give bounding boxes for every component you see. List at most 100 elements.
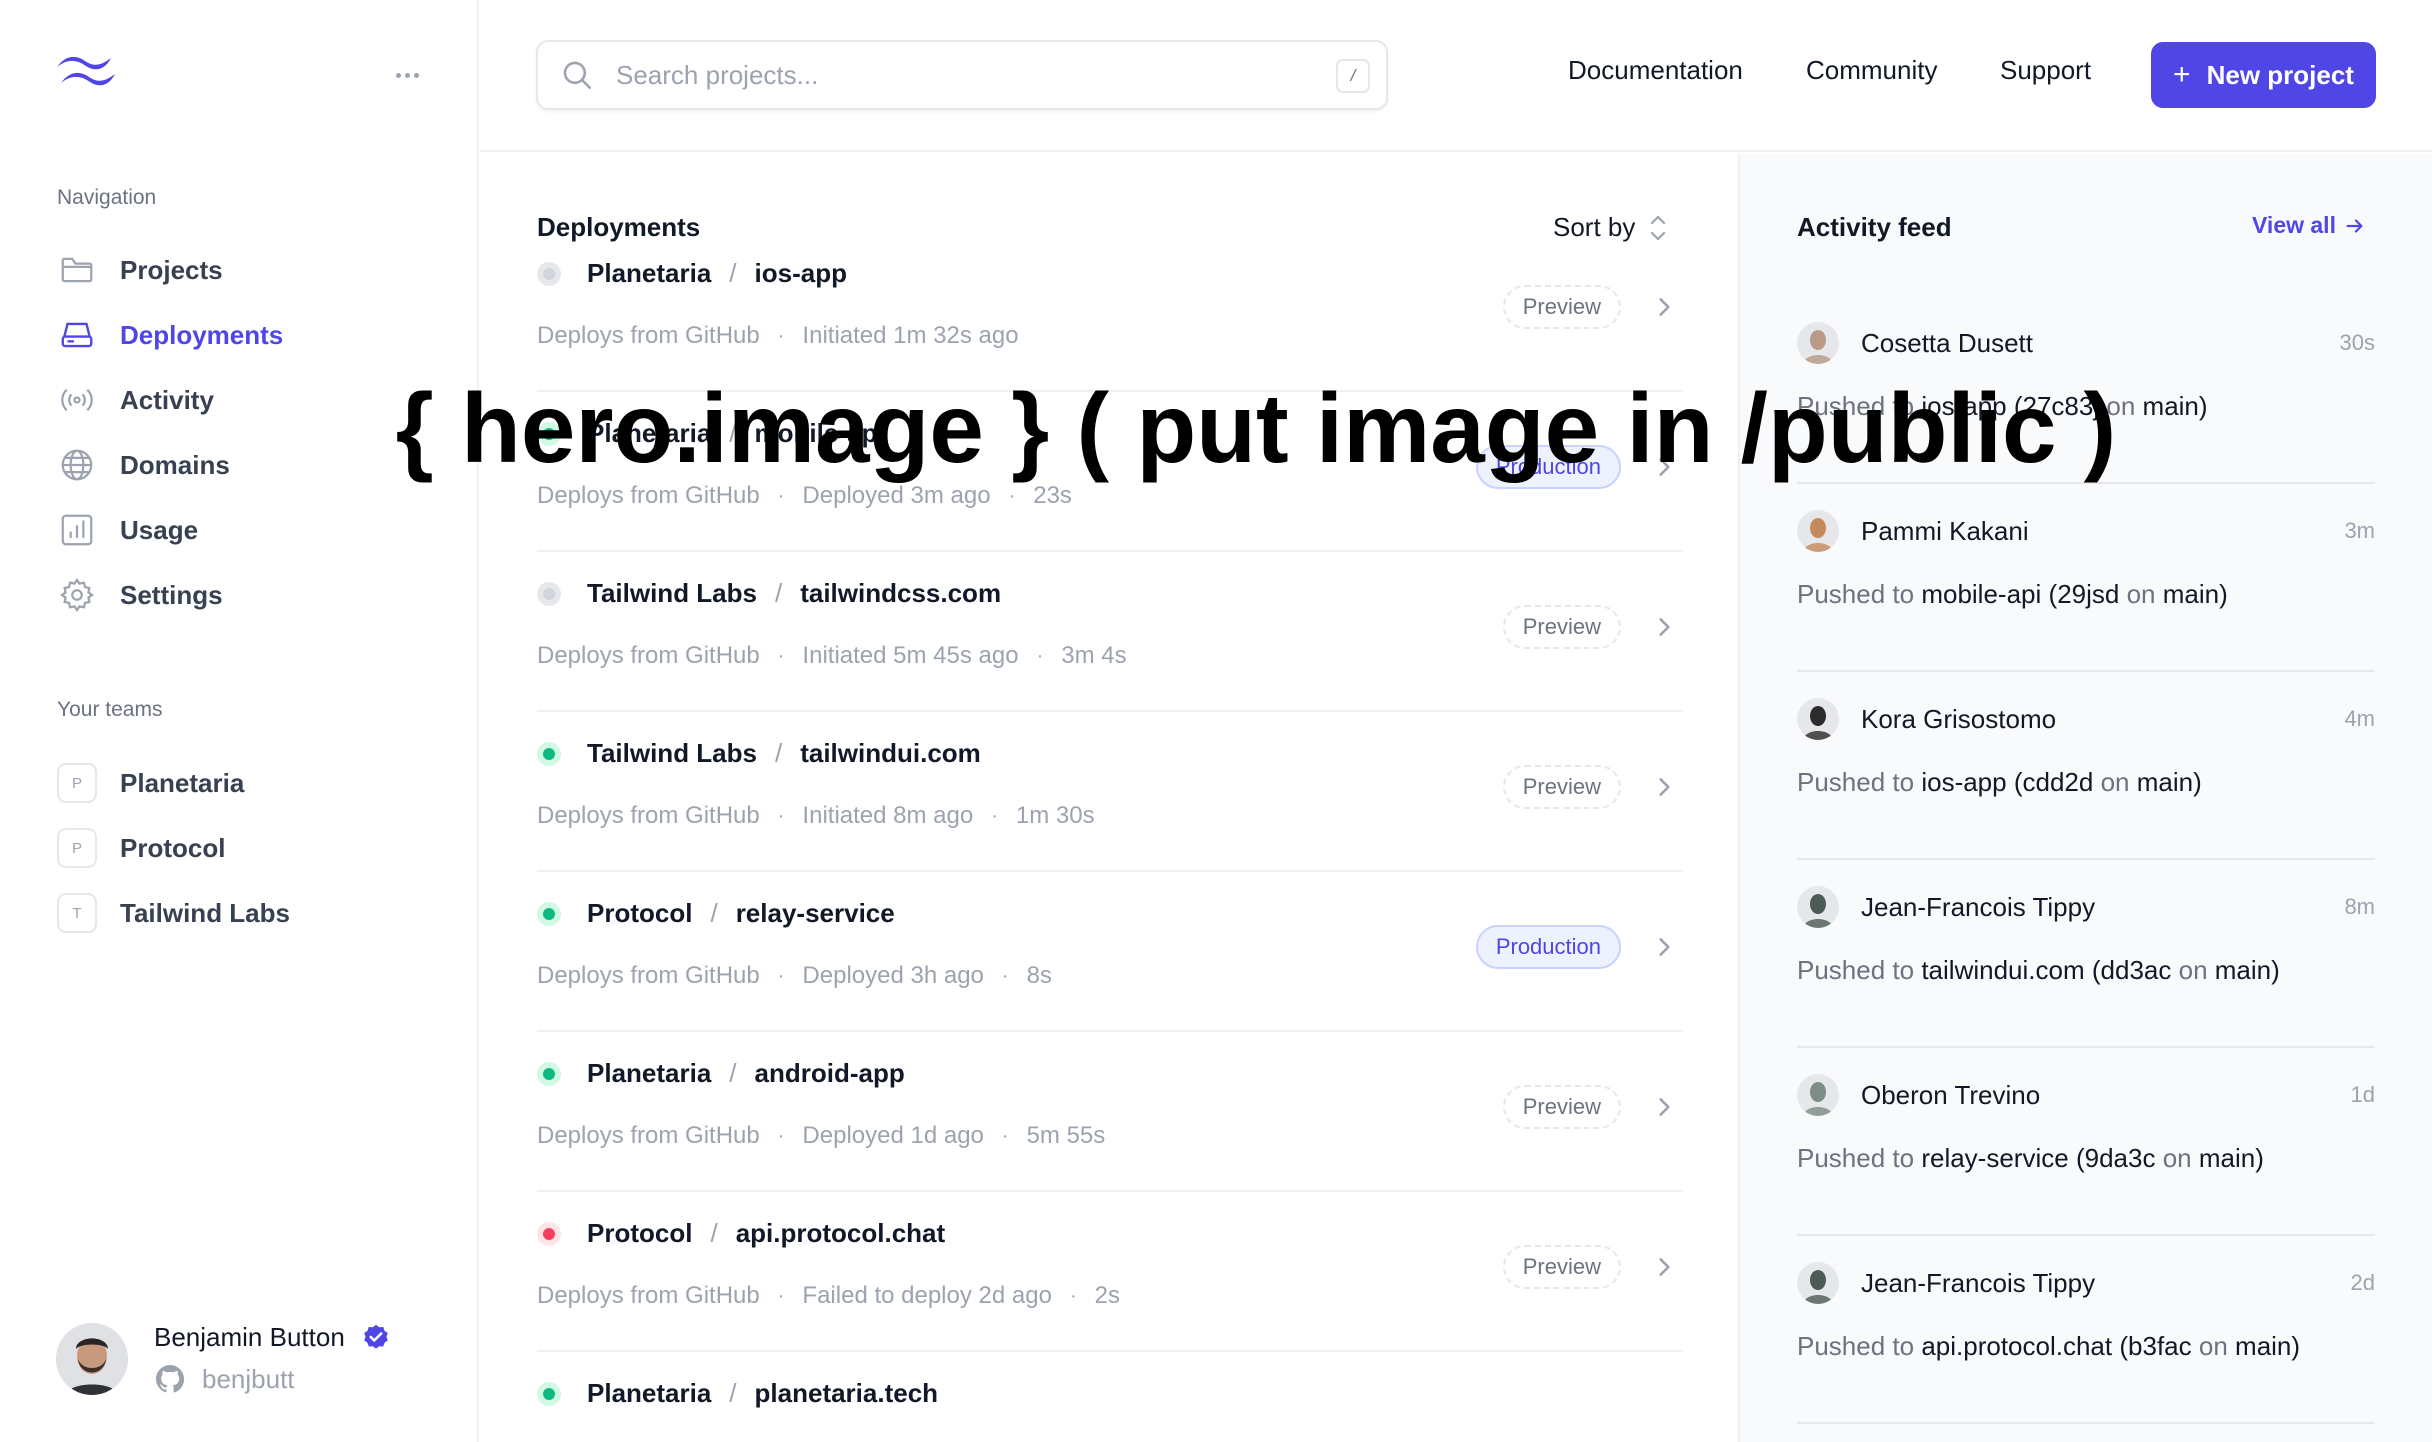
team-label: Planetaria bbox=[120, 767, 245, 798]
support-link[interactable]: Support bbox=[2000, 55, 2091, 86]
more-options-icon[interactable] bbox=[392, 60, 422, 90]
deploy-state: Deployed 3h ago bbox=[802, 962, 984, 989]
chevron-right-icon[interactable] bbox=[1651, 454, 1677, 480]
chevron-right-icon[interactable] bbox=[1651, 1094, 1677, 1120]
view-all-link[interactable]: View all bbox=[2252, 212, 2366, 239]
activity-time: 8m bbox=[2344, 894, 2375, 919]
avatar bbox=[1797, 1074, 1839, 1116]
avatar bbox=[1797, 510, 1839, 552]
environment-badge: Preview bbox=[1502, 1085, 1621, 1129]
chart-icon bbox=[57, 510, 97, 550]
tailwind-logo-icon[interactable] bbox=[55, 50, 117, 92]
activity-item[interactable]: Jean-Francois Tippy 8m Pushed to tailwindu… bbox=[1797, 860, 2375, 1048]
sidebar-item-activity[interactable]: Activity bbox=[57, 374, 447, 426]
avatar bbox=[1797, 1262, 1839, 1304]
project-name: tailwindui.com bbox=[800, 738, 981, 768]
avatar bbox=[56, 1322, 128, 1395]
activity-header: Kora Grisostomo bbox=[1797, 698, 2056, 740]
project-name: ios-app bbox=[754, 258, 847, 288]
activity-branch: main bbox=[2235, 1331, 2292, 1361]
sidebar-item-usage[interactable]: Usage bbox=[57, 504, 447, 556]
deployment-row[interactable]: Planetaria / mobile-api Deploys from GitHub… bbox=[537, 392, 1683, 552]
globe-icon bbox=[57, 445, 97, 485]
chevron-right-icon[interactable] bbox=[1651, 294, 1677, 320]
slash-separator: / bbox=[774, 578, 783, 608]
project-name: tailwindcss.com bbox=[800, 578, 1002, 608]
deployment-row[interactable]: Tailwind Labs / tailwindui.com Deploys from… bbox=[537, 712, 1683, 872]
dot-separator: · bbox=[1001, 964, 1009, 987]
activity-project: mobile-api bbox=[1921, 579, 2042, 609]
arrow-right-icon bbox=[2346, 218, 2363, 233]
team-name: Planetaria bbox=[587, 418, 712, 448]
activity-project: ios-app bbox=[1921, 391, 2007, 421]
deployment-meta: Deploys from GitHub · Deployed 1d ago · 5m 5… bbox=[537, 1122, 1105, 1150]
sidebar-item-label: Settings bbox=[120, 579, 223, 610]
activity-item[interactable]: Kora Grisostomo 4m Pushed to ios-app (cdd2… bbox=[1797, 672, 2375, 860]
team-name: Planetaria bbox=[587, 1378, 712, 1408]
app-root: Navigation Projects Deployments Activity… bbox=[0, 0, 2432, 1442]
sidebar-item-settings[interactable]: Settings bbox=[57, 569, 447, 621]
sidebar-item-label: Domains bbox=[120, 449, 230, 480]
chevron-right-icon[interactable] bbox=[1651, 1254, 1677, 1280]
deploy-state: Initiated 5m 45s ago bbox=[802, 642, 1019, 669]
sidebar-item-label: Projects bbox=[120, 254, 223, 285]
project-name: planetaria.tech bbox=[754, 1378, 939, 1408]
project-name: relay-service bbox=[735, 898, 895, 928]
deploy-source: Deploys from GitHub bbox=[537, 482, 760, 509]
sidebar-item-deployments[interactable]: Deployments bbox=[57, 309, 447, 361]
sidebar-item-label: Activity bbox=[120, 384, 214, 415]
deployment-row[interactable]: Planetaria / planetaria.tech bbox=[537, 1352, 1683, 1442]
deployment-row[interactable]: Protocol / api.protocol.chat Deploys from G… bbox=[537, 1192, 1683, 1352]
deployment-title: Protocol / api.protocol.chat bbox=[537, 1218, 945, 1249]
user-profile[interactable]: Benjamin Button benjbutt bbox=[56, 1322, 391, 1395]
deploy-duration: 23s bbox=[1033, 482, 1072, 509]
activity-header: Cosetta Dusett bbox=[1797, 322, 2033, 364]
activity-item[interactable]: Jean-Francois Tippy 2d Pushed to api.proto… bbox=[1797, 1236, 2375, 1424]
slash-separator: / bbox=[729, 1058, 737, 1088]
activity-on-word: on bbox=[2178, 955, 2208, 985]
activity-project: ios-app bbox=[1921, 767, 2007, 797]
deploy-state: Initiated 1m 32s ago bbox=[802, 322, 1019, 349]
deployment-row[interactable]: Tailwind Labs / tailwindcss.com Deploys fro… bbox=[537, 552, 1683, 712]
sidebar-team-tailwind-labs[interactable]: T Tailwind Labs bbox=[57, 887, 447, 939]
new-project-button[interactable]: + New project bbox=[2151, 42, 2376, 108]
avatar bbox=[1797, 886, 1839, 928]
activity-commit: cdd2d bbox=[2022, 767, 2094, 797]
activity-project: tailwindui.com bbox=[1921, 955, 2085, 985]
sidebar-team-protocol[interactable]: P Protocol bbox=[57, 822, 447, 874]
deploy-source: Deploys from GitHub bbox=[537, 962, 760, 989]
view-all-label: View all bbox=[2252, 212, 2336, 238]
community-link[interactable]: Community bbox=[1806, 55, 1937, 86]
deployment-title: Protocol / relay-service bbox=[537, 898, 895, 929]
deployment-row[interactable]: Planetaria / ios-app Deploys from GitHub · In… bbox=[537, 232, 1683, 392]
activity-item[interactable]: Cosetta Dusett 30s Pushed to ios-app (27c8… bbox=[1797, 296, 2375, 484]
activity-item[interactable]: Pammi Kakani 3m Pushed to mobile-api (29js… bbox=[1797, 484, 2375, 672]
deploy-duration: 3m 4s bbox=[1061, 642, 1127, 669]
deployment-row[interactable]: Planetaria / android-app Deploys from GitHu… bbox=[537, 1032, 1683, 1192]
activity-header: Jean-Francois Tippy bbox=[1797, 886, 2095, 928]
activity-item[interactable]: Oberon Trevino 1d Pushed to relay-service … bbox=[1797, 1048, 2375, 1236]
activity-project: relay-service bbox=[1921, 1143, 2069, 1173]
dot-separator: · bbox=[777, 1284, 785, 1307]
activity-branch: main bbox=[2214, 955, 2272, 985]
chevron-right-icon[interactable] bbox=[1651, 934, 1677, 960]
activity-description: Pushed to tailwindui.com (dd3ac on main) bbox=[1797, 955, 2280, 985]
sidebar-team-planetaria[interactable]: P Planetaria bbox=[57, 757, 447, 809]
deployment-meta: Deploys from GitHub · Initiated 5m 45s ago… bbox=[537, 642, 1127, 670]
activity-on-word: on bbox=[2106, 391, 2136, 421]
chevron-right-icon[interactable] bbox=[1651, 774, 1677, 800]
deployment-row[interactable]: Protocol / relay-service Deploys from GitHu… bbox=[537, 872, 1683, 1032]
team-initial-badge: T bbox=[57, 893, 97, 933]
sidebar-item-domains[interactable]: Domains bbox=[57, 439, 447, 491]
team-name: Protocol bbox=[587, 898, 693, 928]
chevron-right-icon[interactable] bbox=[1651, 614, 1677, 640]
environment-badge: Preview bbox=[1502, 1245, 1621, 1289]
team-name: Tailwind Labs bbox=[587, 738, 757, 768]
avatar bbox=[1797, 698, 1839, 740]
search-box[interactable]: / bbox=[536, 40, 1388, 110]
activity-header: Pammi Kakani bbox=[1797, 510, 2029, 552]
sidebar-item-projects[interactable]: Projects bbox=[57, 244, 447, 296]
activity-prefix: Pushed to bbox=[1797, 579, 1915, 609]
search-input[interactable] bbox=[616, 59, 1296, 91]
documentation-link[interactable]: Documentation bbox=[1568, 55, 1743, 86]
